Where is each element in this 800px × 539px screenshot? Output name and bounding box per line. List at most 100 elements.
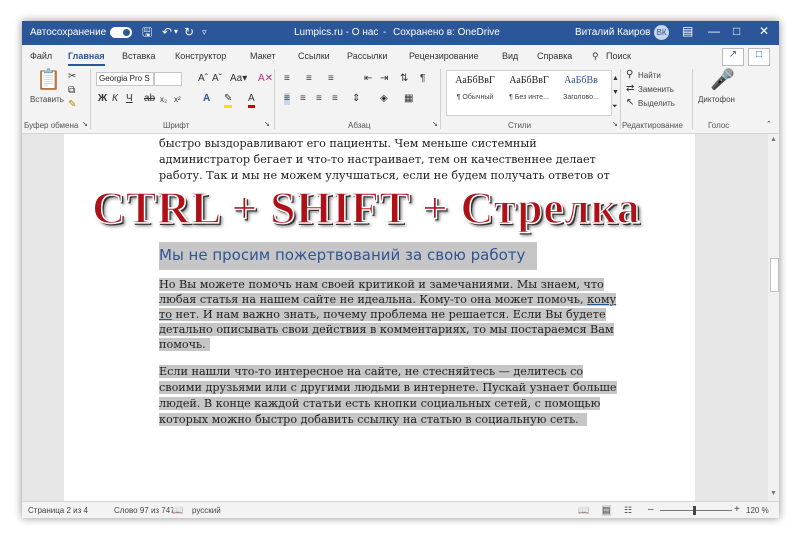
dictate-button[interactable]: Диктофон xyxy=(698,95,735,104)
italic-button[interactable]: К xyxy=(112,93,118,105)
tab-review[interactable]: Рецензирование xyxy=(409,51,479,61)
ribbon-display-icon[interactable]: ▤ xyxy=(682,24,693,38)
find-icon[interactable]: ⚲ xyxy=(626,69,633,81)
change-case-icon[interactable]: Aa▾ xyxy=(230,73,247,85)
scroll-down-icon[interactable]: ▼ xyxy=(770,490,777,497)
autosave-toggle[interactable] xyxy=(110,27,132,38)
minimize-icon[interactable]: — xyxy=(708,24,720,38)
word-count[interactable]: Слово 97 из 747 xyxy=(114,506,175,515)
borders-icon[interactable]: ▦ xyxy=(404,93,413,105)
font-name-field[interactable]: Georgia Pro S xyxy=(96,72,154,86)
undo-icon[interactable]: ↶ xyxy=(162,25,172,39)
highlight-icon[interactable]: ✎ xyxy=(224,93,233,108)
vertical-scrollbar[interactable]: ▲ ▼ xyxy=(768,134,779,501)
grow-font-icon[interactable]: Aˆ xyxy=(198,73,208,85)
zoom-out-icon[interactable]: – xyxy=(648,504,654,515)
pilcrow-icon[interactable]: ¶ xyxy=(420,73,425,85)
save-icon[interactable]: 🖫 xyxy=(142,25,152,39)
tell-me-search[interactable]: Поиск xyxy=(606,51,631,61)
zoom-slider-knob[interactable] xyxy=(693,506,696,515)
share-button[interactable]: ↗ xyxy=(722,48,744,66)
tab-file[interactable]: Файл xyxy=(30,51,52,61)
tab-help[interactable]: Справка xyxy=(537,51,572,61)
font-size-field[interactable] xyxy=(154,72,182,86)
user-name[interactable]: Виталий Каиров xyxy=(575,27,650,38)
tab-home[interactable]: Главная xyxy=(68,51,105,66)
selected-text-line: то нет. И нам важно знать, почему пробле… xyxy=(159,307,606,323)
zoom-in-icon[interactable]: + xyxy=(734,504,740,515)
underline-button[interactable]: Ч xyxy=(126,93,133,105)
style-heading[interactable]: АаБбВв Заголово... xyxy=(555,75,607,101)
paragraph-launcher-icon[interactable]: ↘ xyxy=(432,119,438,131)
select-button[interactable]: Выделить xyxy=(638,99,675,108)
tab-design[interactable]: Конструктор xyxy=(175,51,226,61)
increase-indent-icon[interactable]: ⇥ xyxy=(380,73,388,85)
font-launcher-icon[interactable]: ↘ xyxy=(264,119,270,131)
replace-button[interactable]: Заменить xyxy=(638,85,674,94)
title-bar: Автосохранение 🖫 ↶ ▾ ↻ ▿ Lumpics.ru - О … xyxy=(22,21,779,45)
paste-icon[interactable]: 📋 xyxy=(36,69,61,91)
align-center-icon[interactable]: ≡ xyxy=(300,93,306,105)
sort-icon[interactable]: ⇅ xyxy=(400,73,408,85)
style-normal[interactable]: АаБбВвГ ¶ Обычный xyxy=(449,75,501,101)
lightbulb-icon[interactable]: ⚲ xyxy=(592,51,599,62)
styles-launcher-icon[interactable]: ↘ xyxy=(612,119,618,131)
customize-toolbar-icon[interactable]: ▿ xyxy=(202,25,207,39)
separator xyxy=(440,69,441,129)
microphone-icon[interactable]: 🎤 xyxy=(710,69,735,91)
clipboard-launcher-icon[interactable]: ↘ xyxy=(82,119,88,131)
collapse-ribbon-icon[interactable]: ⌃ xyxy=(766,119,772,131)
shrink-font-icon[interactable]: Aˇ xyxy=(212,73,222,85)
avatar[interactable]: ВК xyxy=(654,25,669,40)
bullets-icon[interactable]: ≡ xyxy=(284,73,290,85)
close-icon[interactable]: ✕ xyxy=(759,24,769,38)
replace-icon[interactable]: ⇄ xyxy=(626,83,634,95)
copy-icon[interactable]: ⧉ xyxy=(68,85,75,97)
find-button[interactable]: Найти xyxy=(638,71,661,80)
multilevel-list-icon[interactable]: ≡ xyxy=(328,73,334,85)
web-layout-icon[interactable]: ☷ xyxy=(624,505,632,516)
format-painter-icon[interactable]: ✎ xyxy=(68,99,76,111)
text-effects-icon[interactable]: A xyxy=(203,93,210,105)
print-layout-icon[interactable]: ▤ xyxy=(602,505,611,516)
clear-formatting-icon[interactable]: A✕ xyxy=(258,73,273,85)
justify-icon[interactable]: ≡ xyxy=(332,93,338,105)
undo-dropdown-icon[interactable]: ▾ xyxy=(174,25,178,39)
cut-icon[interactable]: ✂ xyxy=(68,71,76,83)
read-mode-icon[interactable]: 📖 xyxy=(578,505,589,516)
language-indicator[interactable]: русский xyxy=(192,506,221,515)
strikethrough-icon[interactable]: ab xyxy=(144,93,155,105)
tab-references[interactable]: Ссылки xyxy=(298,51,330,61)
align-left-icon[interactable]: ≡ xyxy=(284,93,290,105)
styles-scroll-up-icon[interactable]: ▲ xyxy=(612,73,619,85)
page-count[interactable]: Страница 2 из 4 xyxy=(28,506,88,515)
redo-icon[interactable]: ↻ xyxy=(184,25,194,39)
shading-icon[interactable]: ◈ xyxy=(380,93,388,105)
select-icon[interactable]: ↖ xyxy=(626,97,634,109)
tab-view[interactable]: Вид xyxy=(502,51,518,61)
tab-insert[interactable]: Вставка xyxy=(122,51,155,61)
zoom-slider[interactable] xyxy=(660,510,732,511)
comments-button[interactable]: □ xyxy=(748,48,770,66)
clipboard-group-label: Буфер обмена xyxy=(24,121,79,130)
maximize-icon[interactable]: □ xyxy=(733,24,740,38)
font-color-icon[interactable]: A xyxy=(248,93,255,108)
decrease-indent-icon[interactable]: ⇤ xyxy=(364,73,372,85)
subscript-icon[interactable]: x₂ xyxy=(160,94,167,106)
scroll-up-icon[interactable]: ▲ xyxy=(770,136,777,143)
proofing-icon[interactable]: 📖 xyxy=(172,505,183,516)
line-spacing-icon[interactable]: ⇕ xyxy=(352,93,360,105)
numbering-icon[interactable]: ≡ xyxy=(306,73,312,85)
style-name: ¶ Обычный xyxy=(456,94,494,101)
styles-more-icon[interactable]: ⏷ xyxy=(612,101,618,113)
superscript-icon[interactable]: x² xyxy=(174,94,181,106)
style-no-spacing[interactable]: АаБбВвГ ¶ Без инте... xyxy=(503,75,555,101)
scrollbar-thumb[interactable] xyxy=(770,258,779,292)
tab-mailings[interactable]: Рассылки xyxy=(347,51,387,61)
zoom-level[interactable]: 120 % xyxy=(746,506,769,515)
tab-layout[interactable]: Макет xyxy=(250,51,275,61)
paste-label[interactable]: Вставить xyxy=(30,95,64,104)
bold-button[interactable]: Ж xyxy=(98,93,107,105)
styles-scroll-down-icon[interactable]: ▼ xyxy=(612,87,619,99)
align-right-icon[interactable]: ≡ xyxy=(316,93,322,105)
